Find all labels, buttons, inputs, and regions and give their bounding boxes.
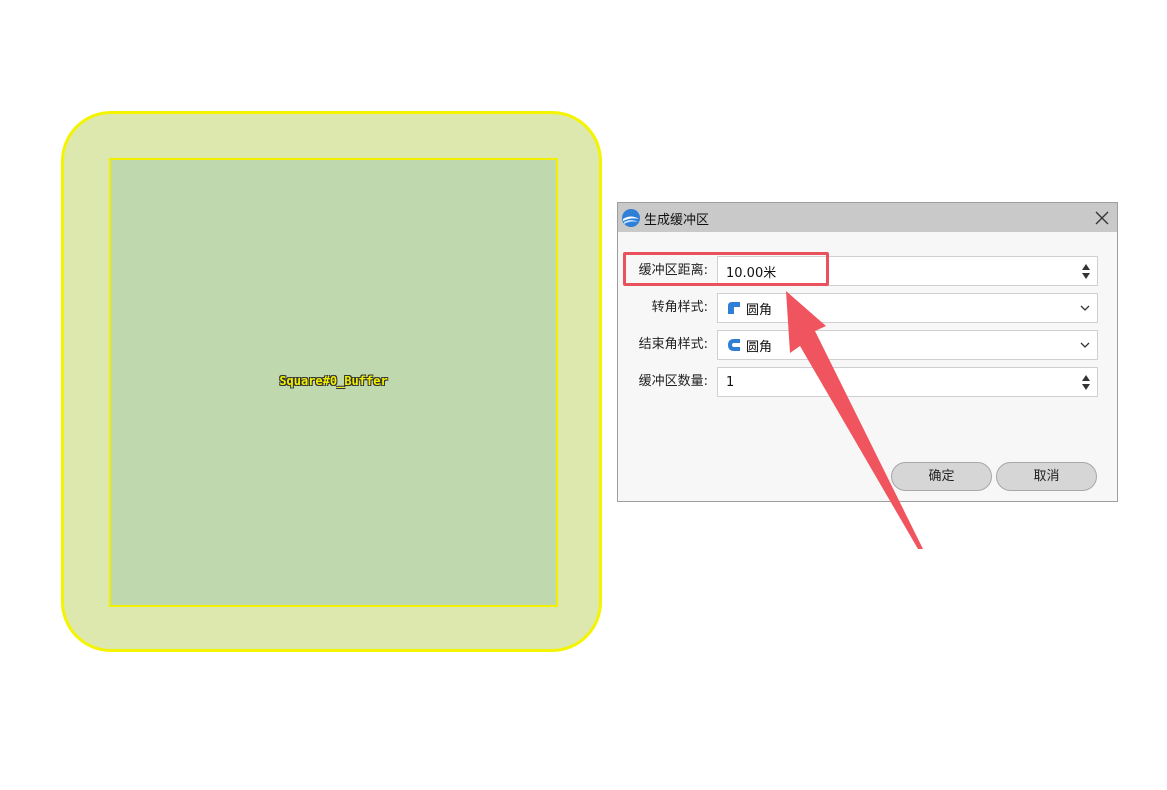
buffer-count-spinner[interactable] xyxy=(1075,368,1097,396)
end-style-label: 结束角样式: xyxy=(638,337,708,352)
corner-style-value: 圆角 xyxy=(746,302,773,318)
chevron-down-icon xyxy=(1080,342,1090,348)
buffer-count-value[interactable]: 1 xyxy=(718,375,1075,390)
end-style-dropdown[interactable] xyxy=(1073,331,1097,359)
spin-up-icon[interactable] xyxy=(1082,263,1090,270)
end-style-row: 结束角样式: 圆角 xyxy=(618,330,1117,360)
dialog-title: 生成缓冲区 xyxy=(644,213,710,228)
spin-up-icon[interactable] xyxy=(1082,374,1090,381)
buffer-distance-spinner[interactable] xyxy=(1075,257,1097,285)
end-style-value: 圆角 xyxy=(746,339,773,355)
buffer-count-row: 缓冲区数量: 1 xyxy=(618,367,1117,397)
round-corner-icon xyxy=(728,302,740,314)
close-button[interactable] xyxy=(1087,203,1117,232)
buffer-dialog: 生成缓冲区 缓冲区距离: 10.00米 转角样式: 圆角 结束角样式: 圆角 缓… xyxy=(617,202,1118,502)
corner-style-select[interactable]: 圆角 xyxy=(717,293,1098,323)
round-end-icon xyxy=(728,339,740,351)
corner-style-dropdown[interactable] xyxy=(1073,294,1097,322)
chevron-down-icon xyxy=(1080,305,1090,311)
close-icon xyxy=(1095,211,1109,224)
feature-label: Square#0_Buffer xyxy=(279,374,388,388)
app-logo-icon xyxy=(622,209,640,227)
corner-style-row: 转角样式: 圆角 xyxy=(618,293,1117,323)
spin-down-icon[interactable] xyxy=(1082,272,1090,279)
cancel-button[interactable]: 取消 xyxy=(996,462,1097,491)
spin-down-icon[interactable] xyxy=(1082,383,1090,390)
end-style-select[interactable]: 圆角 xyxy=(717,330,1098,360)
ok-button[interactable]: 确定 xyxy=(891,462,992,491)
dialog-titlebar[interactable]: 生成缓冲区 xyxy=(618,203,1117,232)
buffer-count-label: 缓冲区数量: xyxy=(638,374,708,389)
corner-style-label: 转角样式: xyxy=(651,300,708,315)
annotation-highlight-box xyxy=(623,252,829,286)
buffer-count-input[interactable]: 1 xyxy=(717,367,1098,397)
